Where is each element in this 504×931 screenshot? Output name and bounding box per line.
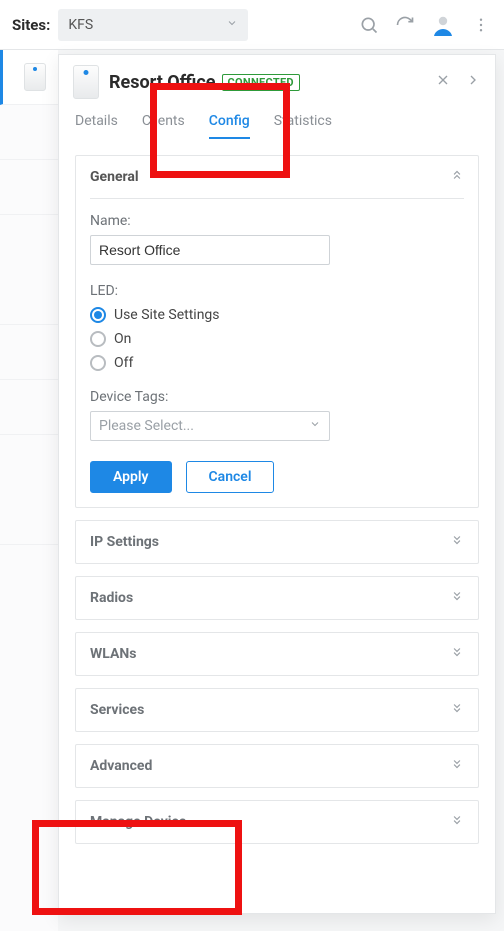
device-panel: Resort Office CONNECTED Details Clients … [58, 54, 496, 914]
panel-header: Resort Office CONNECTED [59, 55, 495, 105]
left-rail [0, 50, 58, 931]
avatar[interactable] [430, 12, 456, 38]
section-advanced-title: Advanced [90, 758, 152, 774]
radio-icon [90, 331, 106, 347]
cancel-button[interactable]: Cancel [186, 461, 275, 493]
led-option-site[interactable]: Use Site Settings [90, 307, 464, 323]
led-option-site-label: Use Site Settings [114, 307, 220, 323]
device-row[interactable] [0, 105, 58, 160]
device-row[interactable] [0, 435, 58, 545]
field-tags: Device Tags: Please Select... [90, 389, 464, 441]
device-row-selected[interactable] [0, 50, 58, 105]
panel-content: General Name: LED: Use Site Settings [59, 139, 495, 872]
section-ip-title: IP Settings [90, 534, 159, 550]
expand-down-icon [450, 645, 464, 663]
section-general: General Name: LED: Use Site Settings [75, 155, 479, 508]
section-wlans-header[interactable]: WLANs [76, 633, 478, 675]
section-manage-device: Manage Device [75, 800, 479, 844]
name-label: Name: [90, 213, 464, 229]
section-ip-header[interactable]: IP Settings [76, 521, 478, 563]
section-wlans: WLANs [75, 632, 479, 676]
led-option-off-label: Off [114, 355, 133, 371]
tab-clients[interactable]: Clients [142, 113, 185, 139]
section-advanced-header[interactable]: Advanced [76, 745, 478, 787]
tags-select[interactable]: Please Select... [90, 411, 330, 441]
device-row[interactable] [0, 215, 58, 325]
section-radios-header[interactable]: Radios [76, 577, 478, 619]
section-services-title: Services [90, 702, 144, 718]
expand-down-icon [450, 701, 464, 719]
sites-label: Sites: [12, 16, 50, 34]
expand-down-icon [450, 589, 464, 607]
expand-down-icon [450, 757, 464, 775]
section-manage-title: Manage Device [90, 814, 186, 830]
device-row[interactable] [0, 380, 58, 435]
section-manage-header[interactable]: Manage Device [76, 801, 478, 843]
led-label: LED: [90, 283, 464, 299]
chevron-down-icon [226, 17, 238, 33]
section-wlans-title: WLANs [90, 646, 136, 662]
led-option-off[interactable]: Off [90, 355, 464, 371]
search-icon[interactable] [358, 14, 380, 36]
more-icon[interactable] [470, 14, 492, 36]
ap-thumbnail-icon [73, 65, 99, 99]
led-option-on[interactable]: On [90, 331, 464, 347]
section-radios: Radios [75, 576, 479, 620]
radio-icon [90, 307, 106, 323]
site-selector-value: KFS [68, 17, 93, 33]
section-radios-title: Radios [90, 590, 133, 606]
field-name: Name: [90, 213, 464, 265]
radio-icon [90, 355, 106, 371]
section-advanced: Advanced [75, 744, 479, 788]
topbar: Sites: KFS [0, 0, 504, 50]
tags-label: Device Tags: [90, 389, 464, 405]
device-row[interactable] [0, 325, 58, 380]
section-services-header[interactable]: Services [76, 689, 478, 731]
collapse-up-icon [450, 168, 464, 186]
device-row[interactable] [0, 160, 58, 215]
section-ip-settings: IP Settings [75, 520, 479, 564]
field-led: LED: Use Site Settings On Off [90, 283, 464, 371]
status-badge: CONNECTED [222, 74, 300, 91]
expand-down-icon [450, 533, 464, 551]
section-general-title: General [90, 169, 139, 185]
name-input[interactable] [90, 235, 330, 265]
section-general-header[interactable]: General [76, 156, 478, 198]
tab-details[interactable]: Details [75, 113, 118, 139]
section-services: Services [75, 688, 479, 732]
expand-down-icon [450, 813, 464, 831]
tab-config[interactable]: Config [209, 113, 250, 139]
site-selector[interactable]: KFS [58, 9, 248, 41]
panel-title: Resort Office [109, 72, 216, 93]
ap-thumbnail-icon [24, 63, 46, 91]
apply-button[interactable]: Apply [90, 461, 172, 493]
tags-placeholder: Please Select... [99, 418, 194, 434]
refresh-icon[interactable] [394, 14, 416, 36]
chevron-down-icon [309, 418, 321, 434]
close-icon[interactable] [435, 72, 451, 92]
tab-statistics[interactable]: Statistics [274, 113, 332, 139]
chevron-right-icon[interactable] [465, 72, 481, 92]
tabs: Details Clients Config Statistics [59, 105, 495, 139]
led-option-on-label: On [114, 331, 131, 347]
